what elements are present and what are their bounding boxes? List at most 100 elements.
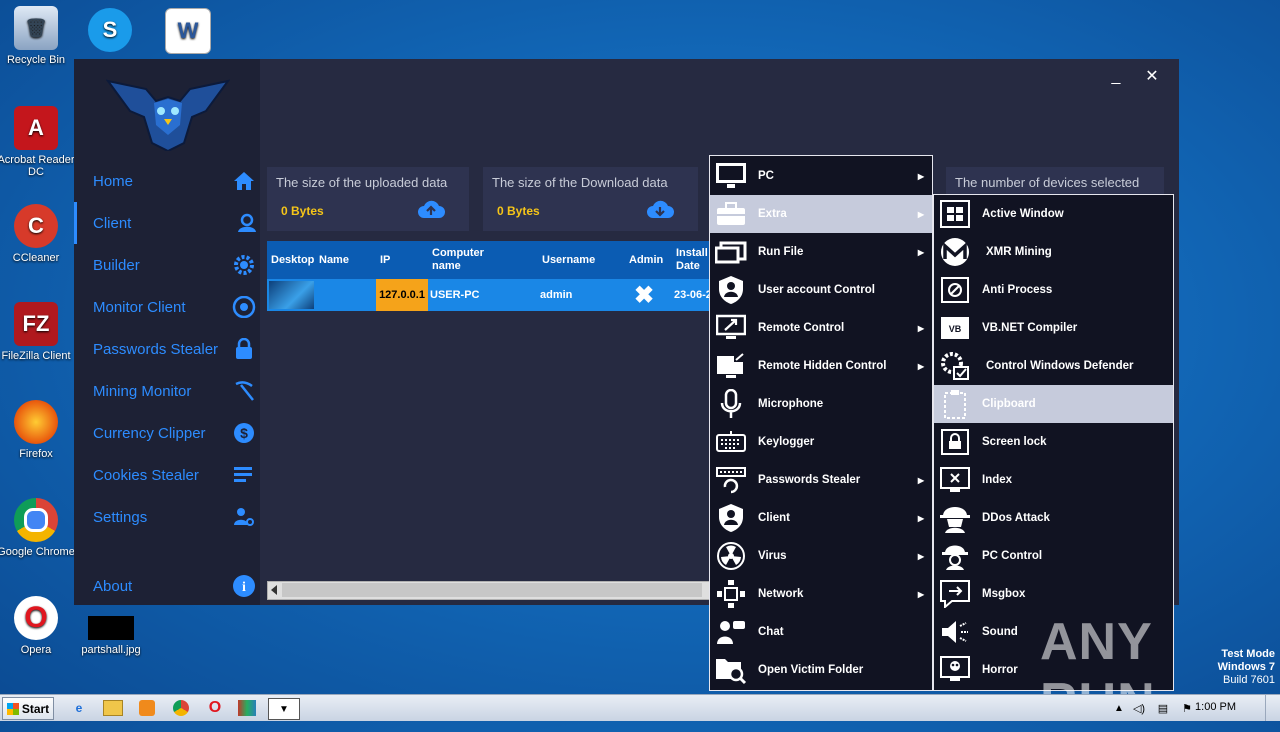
- monero-icon: [937, 234, 973, 270]
- eye-icon: [232, 295, 256, 319]
- horizontal-scrollbar[interactable]: [267, 581, 711, 600]
- menu-item-run-file[interactable]: Run File ▶: [710, 233, 932, 271]
- close-button[interactable]: ✕: [1140, 65, 1164, 89]
- scroll-left-icon[interactable]: [271, 585, 277, 595]
- menu-label: Horror: [982, 664, 1018, 676]
- anti-process-icon: [937, 272, 973, 308]
- vb-icon: VB: [937, 310, 973, 346]
- nav-currency-clipper[interactable]: Currency Clipper $: [74, 412, 260, 454]
- menu-item-extra[interactable]: Extra ▶: [710, 195, 932, 233]
- desktop-icon-firefox[interactable]: Firefox: [0, 400, 76, 460]
- menu-label: Control Windows Defender: [986, 360, 1134, 372]
- desktop-icon-word[interactable]: W: [148, 8, 228, 58]
- cell-computer-name: USER-PC: [430, 289, 480, 301]
- desktop-icon-ccleaner[interactable]: C CCleaner: [0, 204, 76, 264]
- app-taskbar-icon[interactable]: [236, 698, 258, 718]
- col-admin[interactable]: Admin: [629, 241, 663, 279]
- menu-item-client[interactable]: Client ▶: [710, 499, 932, 537]
- home-icon: [232, 169, 256, 193]
- submenu-item-clipboard[interactable]: Clipboard: [934, 385, 1173, 423]
- submenu-item-pc-control[interactable]: PC Control: [934, 537, 1173, 575]
- nav-monitor-client[interactable]: Monitor Client: [74, 286, 260, 328]
- submenu-item-control-windows-defender[interactable]: Control Windows Defender: [934, 347, 1173, 385]
- network-tray-icon[interactable]: ▤: [1152, 698, 1174, 718]
- start-button[interactable]: Start: [2, 697, 54, 720]
- submenu-item-screen-lock[interactable]: Screen lock: [934, 423, 1173, 461]
- show-desktop-button[interactable]: [1265, 695, 1280, 721]
- card-title: The size of the Download data: [492, 175, 668, 190]
- submenu-item-active-window[interactable]: Active Window: [934, 195, 1173, 233]
- submenu-arrow-icon: ▶: [917, 247, 924, 257]
- nav-passwords-stealer[interactable]: Passwords Stealer: [74, 328, 260, 370]
- desktop-icon-partshall[interactable]: partshall.jpg: [71, 616, 151, 656]
- submenu-item-xmr-mining[interactable]: XMR Mining: [934, 233, 1173, 271]
- submenu-item-vbnet-compiler[interactable]: VB VB.NET Compiler: [934, 309, 1173, 347]
- menu-item-remote-control[interactable]: Remote Control ▶: [710, 309, 932, 347]
- menu-label: Keylogger: [758, 436, 815, 448]
- desktop-icon-opera[interactable]: O Opera: [0, 596, 76, 656]
- menu-item-pc[interactable]: PC ▶: [710, 157, 932, 195]
- nav-settings[interactable]: Settings: [74, 496, 260, 538]
- hacker-icon: [937, 500, 973, 536]
- nav-builder[interactable]: Builder: [74, 244, 260, 286]
- menu-item-open-victim-folder[interactable]: Open Victim Folder: [710, 651, 932, 689]
- menu-item-keylogger[interactable]: Keylogger: [710, 423, 932, 461]
- run-file-icon: [713, 234, 749, 270]
- ccleaner-icon: C: [14, 204, 58, 248]
- nav-about[interactable]: About i: [74, 565, 260, 607]
- col-ip[interactable]: IP: [380, 241, 390, 279]
- desktop-icon-label: CCleaner: [12, 252, 60, 264]
- desktop-icon-filezilla[interactable]: FZ FileZilla Client: [0, 302, 76, 362]
- menu-label: Screen lock: [982, 436, 1047, 448]
- desktop-icon-label: Firefox: [19, 448, 53, 460]
- menu-label: XMR Mining: [986, 246, 1052, 258]
- minimize-button[interactable]: _: [1104, 65, 1128, 89]
- submenu-item-ddos-attack[interactable]: DDos Attack: [934, 499, 1173, 537]
- col-name[interactable]: Name: [319, 241, 349, 279]
- volume-icon[interactable]: ◁): [1128, 698, 1150, 718]
- desktop-icon-recycle-bin[interactable]: 🗑 Recycle Bin: [0, 6, 76, 66]
- menu-label: Open Victim Folder: [758, 664, 864, 676]
- menu-item-user-account-control[interactable]: User account Control: [710, 271, 932, 309]
- nav-cookies-stealer[interactable]: Cookies Stealer: [74, 454, 260, 496]
- chrome-taskbar-icon[interactable]: [170, 698, 192, 718]
- table-row[interactable]: 127.0.0.1 USER-PC admin ✖ 23-06-2: [267, 279, 715, 311]
- menu-item-chat[interactable]: Chat: [710, 613, 932, 651]
- pickaxe-icon: [232, 379, 256, 403]
- user-icon: [235, 211, 259, 235]
- submenu-item-anti-process[interactable]: Anti Process: [934, 271, 1173, 309]
- nav-client[interactable]: Client: [74, 202, 263, 244]
- menu-label: Index: [982, 474, 1013, 486]
- tray-chevron-icon[interactable]: ▲: [1108, 698, 1130, 718]
- nav-label: Home: [93, 172, 134, 190]
- desktop-icon-skype[interactable]: S: [70, 8, 150, 56]
- chat-icon: [713, 614, 749, 650]
- menu-item-network[interactable]: Network ▶: [710, 575, 932, 613]
- menu-item-virus[interactable]: Virus ▶: [710, 537, 932, 575]
- internet-explorer-icon[interactable]: e: [68, 698, 90, 718]
- active-window-taskbar-button[interactable]: ▼: [268, 698, 300, 720]
- clock[interactable]: 1:00 PM: [1195, 701, 1236, 713]
- desktop-icon-chrome[interactable]: Google Chrome: [0, 498, 76, 558]
- desktop-icon-acrobat[interactable]: A Acrobat Reader DC: [0, 106, 76, 178]
- uploaded-data-card: The size of the uploaded data 0 Bytes: [267, 167, 469, 231]
- menu-item-remote-hidden-control[interactable]: Remote Hidden Control ▶: [710, 347, 932, 385]
- col-computer-name[interactable]: Computer name: [432, 241, 502, 279]
- opera-taskbar-icon[interactable]: O: [204, 698, 226, 718]
- col-desktop[interactable]: Desktop: [271, 241, 315, 279]
- nav-home[interactable]: Home: [74, 160, 260, 202]
- media-player-icon[interactable]: [136, 698, 158, 718]
- cloud-download-icon: [647, 200, 674, 218]
- submenu-arrow-icon: ▶: [917, 171, 924, 181]
- menu-item-microphone[interactable]: Microphone: [710, 385, 932, 423]
- nav-label: Cookies Stealer: [93, 466, 199, 484]
- desktop-icon-label: partshall.jpg: [81, 644, 141, 656]
- file-explorer-icon[interactable]: [102, 698, 124, 718]
- nav-mining-monitor[interactable]: Mining Monitor: [74, 370, 260, 412]
- admin-cross-icon: ✖: [634, 281, 655, 309]
- submenu-item-msgbox[interactable]: Msgbox: [934, 575, 1173, 613]
- menu-item-passwords-stealer[interactable]: Passwords Stealer ▶: [710, 461, 932, 499]
- submenu-item-index[interactable]: Index: [934, 461, 1173, 499]
- scroll-thumb[interactable]: [282, 583, 702, 597]
- col-username[interactable]: Username: [542, 241, 595, 279]
